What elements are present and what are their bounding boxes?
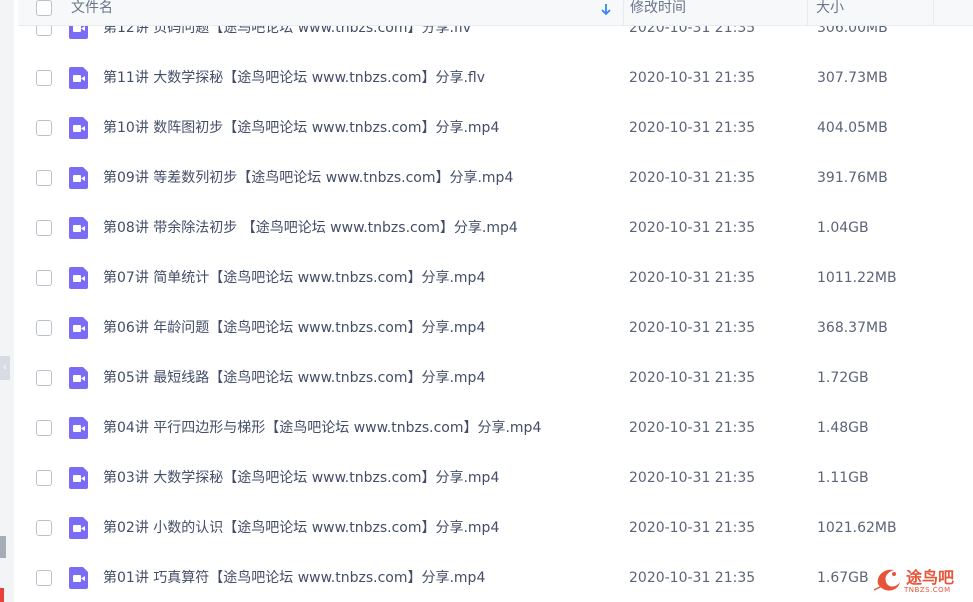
file-name[interactable]: 第02讲 小数的认识【途鸟吧论坛 www.tnbzs.com】分享.mp4 xyxy=(103,518,499,538)
file-row[interactable]: 第07讲 简单统计【途鸟吧论坛 www.tnbzs.com】分享.mp4 2020… xyxy=(18,253,973,303)
file-row[interactable]: 第01讲 巧真算符【途鸟吧论坛 www.tnbzs.com】分享.mp4 2020… xyxy=(18,553,973,602)
file-name[interactable]: 第11讲 大数学探秘【途鸟吧论坛 www.tnbzs.com】分享.flv xyxy=(103,68,485,88)
sidebar-edge-marker xyxy=(0,536,6,558)
file-name[interactable]: 第09讲 等差数列初步【途鸟吧论坛 www.tnbzs.com】分享.mp4 xyxy=(103,168,513,188)
video-file-icon xyxy=(69,467,88,489)
file-modified-date: 2020-10-31 21:35 xyxy=(629,420,756,436)
file-row[interactable]: 第02讲 小数的认识【途鸟吧论坛 www.tnbzs.com】分享.mp4 202… xyxy=(18,503,973,553)
row-checkbox[interactable] xyxy=(36,420,52,436)
file-name[interactable]: 第07讲 简单统计【途鸟吧论坛 www.tnbzs.com】分享.mp4 xyxy=(103,268,485,288)
file-size: 1011.22MB xyxy=(817,270,897,286)
column-header-name-label: 文件名 xyxy=(71,0,113,16)
left-sidebar-strip: ‹ xyxy=(0,0,14,602)
file-size: 1.72GB xyxy=(817,370,869,386)
video-file-icon xyxy=(69,217,88,239)
column-header-size-label: 大小 xyxy=(816,0,844,16)
file-modified-date: 2020-10-31 21:35 xyxy=(629,520,756,536)
watermark-subtext: TNBZS.COM xyxy=(904,586,951,594)
file-row[interactable]: 第09讲 等差数列初步【途鸟吧论坛 www.tnbzs.com】分享.mp4 20… xyxy=(18,153,973,203)
file-name[interactable]: 第05讲 最短线路【途鸟吧论坛 www.tnbzs.com】分享.mp4 xyxy=(103,368,485,388)
file-modified-date: 2020-10-31 21:35 xyxy=(629,470,756,486)
file-size: 1.67GB xyxy=(817,570,869,586)
row-checkbox[interactable] xyxy=(36,520,52,536)
file-size: 404.05MB xyxy=(817,120,888,136)
site-watermark: 途鸟吧 TNBZS.COM xyxy=(872,560,972,600)
video-file-icon xyxy=(69,117,88,139)
video-file-icon xyxy=(69,367,88,389)
file-size: 368.37MB xyxy=(817,320,888,336)
row-checkbox[interactable] xyxy=(36,220,52,236)
sort-descending-icon[interactable] xyxy=(600,1,612,17)
file-modified-date: 2020-10-31 21:35 xyxy=(629,270,756,286)
file-size: 1.48GB xyxy=(817,420,869,436)
file-list-header: 文件名 修改时间 大小 xyxy=(18,0,973,26)
file-modified-date: 2020-10-31 21:35 xyxy=(629,220,756,236)
file-size: 307.73MB xyxy=(817,70,888,86)
sidebar-collapse-toggle[interactable]: ‹ xyxy=(0,356,10,380)
file-row[interactable]: 第08讲 带余除法初步 【途鸟吧论坛 www.tnbzs.com】分享.mp4 2… xyxy=(18,203,973,253)
file-modified-date: 2020-10-31 21:35 xyxy=(629,70,756,86)
file-size: 391.76MB xyxy=(817,170,888,186)
row-checkbox[interactable] xyxy=(36,470,52,486)
row-checkbox[interactable] xyxy=(36,170,52,186)
video-file-icon xyxy=(69,417,88,439)
file-modified-date: 2020-10-31 21:35 xyxy=(629,120,756,136)
file-size: 1.04GB xyxy=(817,220,869,236)
file-modified-date: 2020-10-31 21:35 xyxy=(629,320,756,336)
file-row[interactable]: 第04讲 平行四边形与梯形【途鸟吧论坛 www.tnbzs.com】分享.mp4… xyxy=(18,403,973,453)
file-name[interactable]: 第08讲 带余除法初步 【途鸟吧论坛 www.tnbzs.com】分享.mp4 xyxy=(103,218,518,238)
column-separator xyxy=(933,0,934,26)
row-checkbox[interactable] xyxy=(36,270,52,286)
file-size: 1.11GB xyxy=(817,470,869,486)
file-list-panel: 第12讲 页码问题【途鸟吧论坛 www.tnbzs.com】分享.flv 2020… xyxy=(18,0,973,602)
column-header-size[interactable]: 大小 xyxy=(807,0,933,26)
file-row[interactable]: 第11讲 大数学探秘【途鸟吧论坛 www.tnbzs.com】分享.flv 202… xyxy=(18,53,973,103)
file-name[interactable]: 第04讲 平行四边形与梯形【途鸟吧论坛 www.tnbzs.com】分享.mp4 xyxy=(103,418,541,438)
video-file-icon xyxy=(69,67,88,89)
row-checkbox[interactable] xyxy=(36,70,52,86)
select-all-checkbox[interactable] xyxy=(36,0,52,16)
row-checkbox[interactable] xyxy=(36,120,52,136)
video-file-icon xyxy=(69,167,88,189)
file-row[interactable]: 第05讲 最短线路【途鸟吧论坛 www.tnbzs.com】分享.mp4 2020… xyxy=(18,353,973,403)
file-modified-date: 2020-10-31 21:35 xyxy=(629,570,756,586)
file-name[interactable]: 第06讲 年龄问题【途鸟吧论坛 www.tnbzs.com】分享.mp4 xyxy=(103,318,485,338)
row-checkbox[interactable] xyxy=(36,570,52,586)
column-header-date[interactable]: 修改时间 xyxy=(623,0,803,26)
file-row[interactable]: 第03讲 大数学探秘【途鸟吧论坛 www.tnbzs.com】分享.mp4 202… xyxy=(18,453,973,503)
file-name[interactable]: 第03讲 大数学探秘【途鸟吧论坛 www.tnbzs.com】分享.mp4 xyxy=(103,468,499,488)
video-file-icon xyxy=(69,317,88,339)
file-modified-date: 2020-10-31 21:35 xyxy=(629,370,756,386)
sidebar-edge-accent xyxy=(0,588,4,602)
column-header-name[interactable]: 文件名 xyxy=(71,0,611,26)
file-modified-date: 2020-10-31 21:35 xyxy=(629,170,756,186)
file-row[interactable]: 第10讲 数阵图初步【途鸟吧论坛 www.tnbzs.com】分享.mp4 202… xyxy=(18,103,973,153)
row-checkbox[interactable] xyxy=(36,320,52,336)
row-checkbox[interactable] xyxy=(36,370,52,386)
file-row[interactable]: 第06讲 年龄问题【途鸟吧论坛 www.tnbzs.com】分享.mp4 2020… xyxy=(18,303,973,353)
column-header-date-label: 修改时间 xyxy=(630,0,686,16)
video-file-icon xyxy=(69,567,88,589)
video-file-icon xyxy=(69,517,88,539)
file-name[interactable]: 第10讲 数阵图初步【途鸟吧论坛 www.tnbzs.com】分享.mp4 xyxy=(103,118,499,138)
file-name[interactable]: 第01讲 巧真算符【途鸟吧论坛 www.tnbzs.com】分享.mp4 xyxy=(103,568,485,588)
watermark-text: 途鸟吧 xyxy=(906,568,955,587)
bird-logo-icon xyxy=(873,569,900,591)
file-size: 1021.62MB xyxy=(817,520,897,536)
video-file-icon xyxy=(69,267,88,289)
